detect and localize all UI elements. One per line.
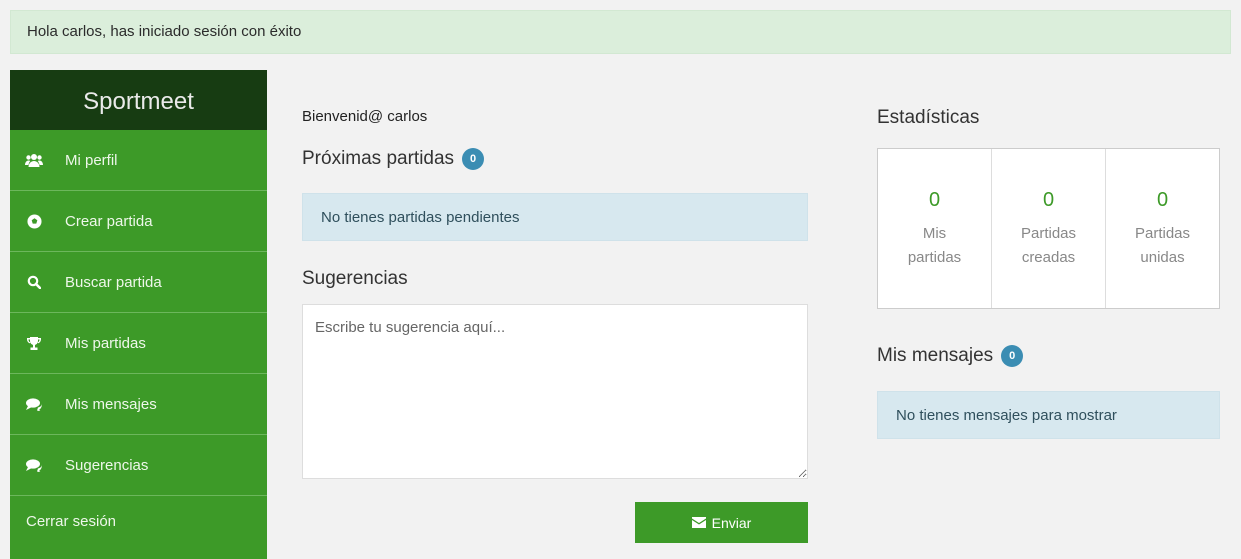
messages-count-badge: 0 [1001,345,1024,367]
sidebar-item-label: Mis mensajes [65,395,157,413]
search-icon [25,275,43,289]
upcoming-matches-heading: Próximas partidas 0 [302,148,485,170]
messages-title: Mis mensajes [877,345,994,366]
messages-empty-text: No tienes mensajes para mostrar [896,406,1117,424]
upcoming-empty-notice: No tienes partidas pendientes [302,193,808,241]
stat-value: 0 [928,189,941,211]
sidebar-item-label: Mis partidas [65,334,146,352]
stat-partidas-unidas: 0 Partidas unidas [1106,149,1219,308]
stat-label: Mis partidas [907,225,962,266]
trophy-icon [25,336,43,351]
stat-label: Partidas creadas [1020,225,1077,266]
welcome-text: Bienvenid@ carlos [302,108,428,125]
sidebar-item-buscar-partida[interactable]: Buscar partida [10,252,267,313]
stat-value: 0 [1156,189,1169,211]
suggestion-textarea[interactable] [302,304,808,479]
upcoming-empty-text: No tienes partidas pendientes [321,208,520,226]
users-icon [25,153,43,167]
sidebar-item-label: Buscar partida [65,273,162,291]
logout-label: Cerrar sesión [26,513,117,530]
stats-heading: Estadísticas [877,107,979,129]
logout-link[interactable]: Cerrar sesión [10,496,267,547]
login-success-alert: Hola carlos, has iniciado sesión con éxi… [10,10,1231,54]
stats-panel: 0 Mis partidas 0 Partidas creadas 0 Part… [877,148,1220,309]
messages-heading: Mis mensajes 0 [877,345,1024,367]
envelope-icon [691,515,706,531]
stat-label: Partidas unidas [1134,225,1191,266]
sidebar-item-sugerencias[interactable]: Sugerencias [10,435,267,496]
sidebar-item-mis-mensajes[interactable]: Mis mensajes [10,374,267,435]
sidebar-item-mi-perfil[interactable]: Mi perfil [10,130,267,191]
chat-icon [25,397,43,411]
brand-title: Sportmeet [10,70,267,130]
stats-title: Estadísticas [877,107,980,128]
sidebar: Sportmeet Mi perfil Crear partida Buscar… [10,70,267,559]
upcoming-count-badge: 0 [462,148,485,170]
suggestions-heading: Sugerencias [302,268,408,290]
stat-mis-partidas: 0 Mis partidas [878,149,992,308]
sidebar-item-label: Mi perfil [65,151,118,169]
alert-text: Hola carlos, has iniciado sesión con éxi… [27,23,302,40]
soccer-ball-icon [25,213,43,229]
send-button[interactable]: Enviar [635,502,808,543]
send-label: Enviar [711,514,752,531]
suggestions-title: Sugerencias [302,268,408,289]
sidebar-item-mis-partidas[interactable]: Mis partidas [10,313,267,374]
messages-empty-notice: No tienes mensajes para mostrar [877,391,1220,439]
upcoming-matches-title: Próximas partidas [302,148,455,169]
stat-value: 0 [1042,189,1055,211]
sidebar-item-label: Sugerencias [65,456,149,474]
chat-icon [25,458,43,472]
sidebar-item-crear-partida[interactable]: Crear partida [10,191,267,252]
stat-partidas-creadas: 0 Partidas creadas [992,149,1106,308]
sidebar-item-label: Crear partida [65,212,153,230]
